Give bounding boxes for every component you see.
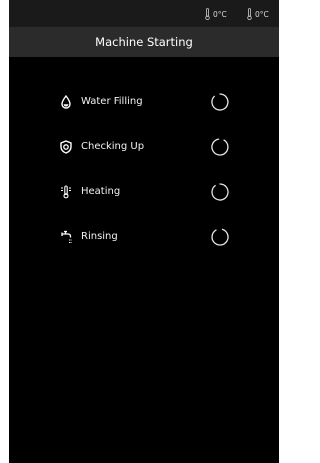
- step-heating: Heating: [9, 180, 279, 204]
- temperature-value-2: 0°C: [255, 9, 269, 19]
- temperature-readout-2: 0°C: [247, 7, 269, 21]
- status-bar: 0°C 0°C: [9, 0, 279, 27]
- step-rinsing: Rinsing: [9, 225, 279, 249]
- title-bar: Machine Starting: [9, 27, 279, 57]
- step-label: Water Filling: [81, 96, 143, 107]
- thermometer-icon: [247, 8, 252, 20]
- machine-screen: 0°C 0°C Machine Starting Water Filling C…: [9, 0, 279, 463]
- loading-spinner-icon: [211, 93, 229, 111]
- loading-spinner-icon: [211, 183, 229, 201]
- thermometer-icon: [205, 8, 210, 20]
- rinse-tap-icon: [59, 229, 73, 245]
- step-label: Heating: [81, 186, 121, 197]
- loading-spinner-icon: [211, 228, 229, 246]
- heating-icon: [59, 184, 73, 200]
- page-title: Machine Starting: [95, 35, 193, 49]
- step-checking-up: Checking Up: [9, 135, 279, 159]
- step-water-filling: Water Filling: [9, 90, 279, 114]
- step-label: Rinsing: [81, 231, 118, 242]
- shield-check-icon: [59, 139, 73, 155]
- temperature-value-1: 0°C: [213, 9, 227, 19]
- loading-spinner-icon: [211, 138, 229, 156]
- step-label: Checking Up: [81, 141, 145, 152]
- temperature-readout-1: 0°C: [205, 7, 227, 21]
- water-drop-icon: [59, 94, 73, 110]
